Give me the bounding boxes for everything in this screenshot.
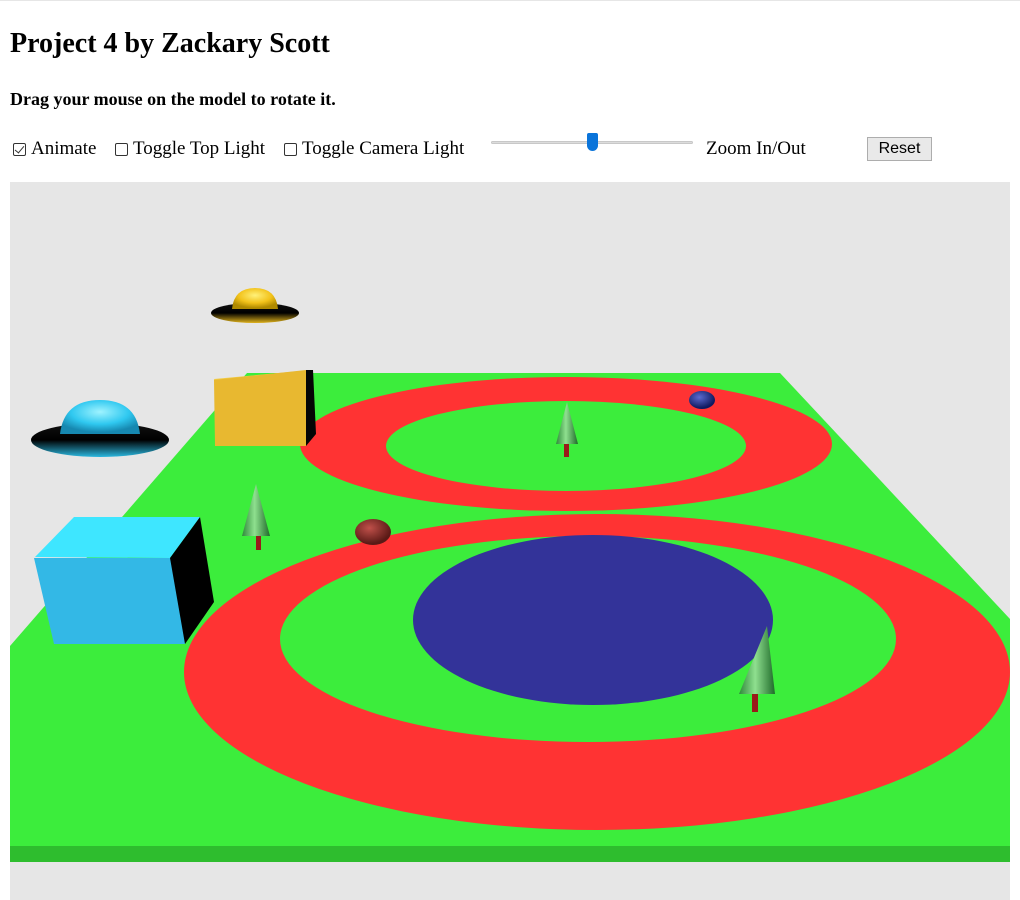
cyan-cube-front [34,558,185,644]
animate-toggle[interactable]: Animate [13,136,96,162]
zoom-slider[interactable] [491,133,693,162]
camera-light-label: Toggle Camera Light [302,138,465,159]
red-ball [355,519,391,545]
pond [413,535,773,705]
camera-light-checkbox[interactable] [284,142,297,156]
cyan-ufo [31,400,169,457]
top-light-toggle[interactable]: Toggle Top Light [115,136,265,162]
zoom-label: Zoom In/Out [706,138,806,159]
animate-label: Animate [31,138,97,159]
ground-edge [10,846,1010,862]
controls-bar: Animate Toggle Top Light Toggle Camera L… [13,133,1013,162]
webgl-canvas[interactable] [10,182,1010,900]
camera-light-toggle[interactable]: Toggle Camera Light [284,136,464,162]
top-light-checkbox[interactable] [115,142,128,156]
reset-button[interactable]: Reset [867,137,932,161]
animate-checkbox[interactable] [13,142,26,156]
yellow-ufo [211,288,299,323]
instructions-text: Drag your mouse on the model to rotate i… [10,89,336,109]
top-light-label: Toggle Top Light [133,138,266,159]
zoom-slider-thumb[interactable] [587,133,598,151]
yellow-cube-front [214,370,306,446]
page-top-border [0,0,1020,1]
page-title: Project 4 by Zackary Scott [10,28,330,59]
blue-ball [689,391,715,409]
